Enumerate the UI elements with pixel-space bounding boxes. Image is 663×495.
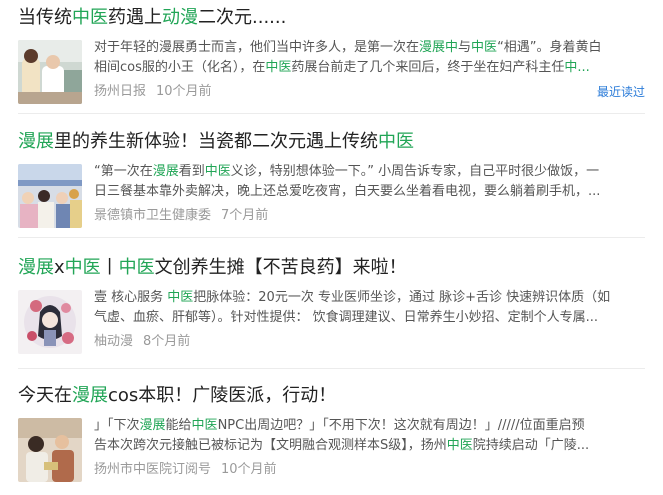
highlighted-keyword: 中医 — [191, 418, 218, 433]
text-segment: 今天在 — [18, 385, 72, 406]
highlighted-keyword: 漫展 — [18, 131, 54, 152]
result-title[interactable]: 漫展x中医丨中医文创养生摊【不苦良药】来啦！ — [18, 256, 407, 280]
snippet-line: 对于年轻的漫展勇士而言，他们当中许多人，是第一次在漫展中与中医“相遇”。身着黄白 — [94, 38, 644, 58]
highlighted-keyword: 动漫 — [162, 7, 198, 28]
result-meta: 扬州日报 10个月前 — [94, 83, 212, 101]
text-segment: 二次元...... — [198, 7, 287, 28]
snippet-line: 日三餐基本靠外卖解决，晚上还总爱吃夜宵，白天要么坐着看电视，要么躺着刷手机，..… — [94, 182, 644, 202]
snippet-line: “第一次在漫展看到中医义诊，特别想体验一下。” 小周告诉专家，自己平时很少做饭，… — [94, 162, 644, 182]
result-meta: 柚动漫 8个月前 — [94, 333, 190, 351]
text-segment: 壹 核心服务 — [94, 290, 168, 305]
text-segment: 院持续启动「广陵... — [472, 438, 590, 453]
text-segment: 文创养生摊【不苦良药】来啦！ — [154, 257, 407, 278]
text-segment: 看到 — [178, 164, 205, 179]
result-thumbnail[interactable] — [18, 40, 82, 104]
highlighted-keyword: 中医 — [72, 7, 108, 28]
result-time: 10个月前 — [156, 84, 212, 99]
result-meta: 扬州市中医院订阅号 10个月前 — [94, 461, 277, 479]
text-segment: 里的养生新体验！当瓷都二次元遇上传统 — [54, 131, 378, 152]
snippet-line: 气虚、血瘀、肝郁等）。针对性提供： 饮食调理建议、日常养生小妙招、定制个人专属.… — [94, 308, 644, 328]
result-title[interactable]: 漫展里的养生新体验！当瓷都二次元遇上传统中医 — [18, 130, 414, 154]
divider — [18, 237, 645, 238]
text-segment: 与 — [458, 40, 472, 55]
divider — [18, 113, 645, 114]
result-time: 8个月前 — [143, 334, 191, 349]
snippet-line: 」「下次漫展能给中医NPC出周边吧？」「不用下次！这次就有周边！」/////位面… — [94, 416, 644, 436]
highlighted-keyword: 漫展 — [72, 385, 108, 406]
highlighted-keyword: 漫展 — [139, 418, 166, 433]
text-segment: 」「下次 — [94, 418, 140, 433]
highlighted-keyword: 中医 — [204, 164, 231, 179]
text-segment: 日三餐基本靠外卖解决，晚上还总爱吃夜宵，白天要么坐着看电视，要么躺着刷手机，..… — [94, 184, 601, 199]
result-thumbnail[interactable] — [18, 290, 82, 354]
result-snippet: 」「下次漫展能给中医NPC出周边吧？」「不用下次！这次就有周边！」/////位面… — [94, 416, 644, 456]
result-title[interactable]: 今天在漫展cos本职！广陵医派，行动！ — [18, 384, 336, 408]
result-time: 7个月前 — [221, 208, 269, 223]
snippet-line: 相间cos服的小王（化名），在中医药展台前走了几个来回后，终于坐在妇产科主任中.… — [94, 58, 644, 78]
highlighted-keyword: 漫展 — [18, 257, 54, 278]
snippet-line: 告本次跨次元接触已被标记为【文明融合观测样本S级】，扬州中医院持续启动「广陵..… — [94, 436, 644, 456]
highlighted-keyword: 中医 — [378, 131, 414, 152]
result-thumbnail[interactable] — [18, 418, 82, 482]
text-segment: 把脉体验：20元一次 专业医师坐诊，通过 脉诊+舌诊 快速辨识体质（如 — [193, 290, 611, 305]
divider — [18, 368, 645, 369]
result-source[interactable]: 柚动漫 — [94, 334, 133, 349]
text-segment: 相间cos服的小王（化名），在 — [94, 60, 266, 75]
recently-read-badge: 最近读过 — [596, 85, 645, 99]
highlighted-keyword: 漫展 — [152, 164, 179, 179]
result-source[interactable]: 景德镇市卫生健康委 — [94, 208, 211, 223]
snippet-line: 壹 核心服务 中医把脉体验：20元一次 专业医师坐诊，通过 脉诊+舌诊 快速辨识… — [94, 288, 644, 308]
text-segment: 能给 — [165, 418, 192, 433]
text-segment: 告本次跨次元接触已被标记为【文明融合观测样本S级】，扬州 — [94, 438, 447, 453]
text-segment: “第一次在 — [94, 164, 153, 179]
text-segment: 丨 — [100, 257, 119, 278]
result-snippet: 对于年轻的漫展勇士而言，他们当中许多人，是第一次在漫展中与中医“相遇”。身着黄白… — [94, 38, 644, 78]
result-source[interactable]: 扬州日报 — [94, 84, 146, 99]
text-segment: NPC出周边吧？」「不用下次！这次就有周边！」/////位面重启预 — [217, 418, 585, 433]
result-source[interactable]: 扬州市中医院订阅号 — [94, 462, 211, 477]
text-segment: 当传统 — [18, 7, 72, 28]
highlighted-keyword: 中医 — [265, 60, 292, 75]
highlighted-keyword: 漫展中 — [419, 40, 459, 55]
result-title[interactable]: 当传统中医药遇上动漫二次元...... — [18, 6, 286, 30]
result-snippet: “第一次在漫展看到中医义诊，特别想体验一下。” 小周告诉专家，自己平时很少做饭，… — [94, 162, 644, 202]
text-segment: 药展台前走了几个来回后，终于坐在妇产科主任 — [291, 60, 565, 75]
text-segment: “相遇”。身着黄白 — [497, 40, 602, 55]
result-snippet: 壹 核心服务 中医把脉体验：20元一次 专业医师坐诊，通过 脉诊+舌诊 快速辨识… — [94, 288, 644, 328]
highlighted-keyword: 中医 — [64, 257, 101, 278]
highlighted-keyword: 中医 — [471, 40, 498, 55]
text-segment: 对于年轻的漫展勇士而言，他们当中许多人，是第一次在 — [94, 40, 420, 55]
result-thumbnail[interactable] — [18, 164, 82, 228]
highlighted-keyword: 中医 — [167, 290, 194, 305]
highlighted-keyword: 中... — [564, 60, 590, 75]
text-segment: 气虚、血瘀、肝郁等）。针对性提供： 饮食调理建议、日常养生小妙招、定制个人专属.… — [94, 310, 599, 325]
text-segment: 药遇上 — [108, 7, 162, 28]
text-segment: cos本职！广陵医派，行动！ — [108, 385, 337, 406]
highlighted-keyword: 中医 — [446, 438, 473, 453]
text-segment: x — [54, 257, 65, 278]
result-meta: 景德镇市卫生健康委 7个月前 — [94, 207, 268, 225]
result-time: 10个月前 — [221, 462, 277, 477]
text-segment: 义诊，特别想体验一下。” 小周告诉专家，自己平时很少做饭，一 — [230, 164, 600, 179]
highlighted-keyword: 中医 — [118, 257, 155, 278]
search-results-list: 当传统中医药遇上动漫二次元...... 对于年轻的漫展勇士而言，他们当中许多人，… — [0, 0, 663, 495]
